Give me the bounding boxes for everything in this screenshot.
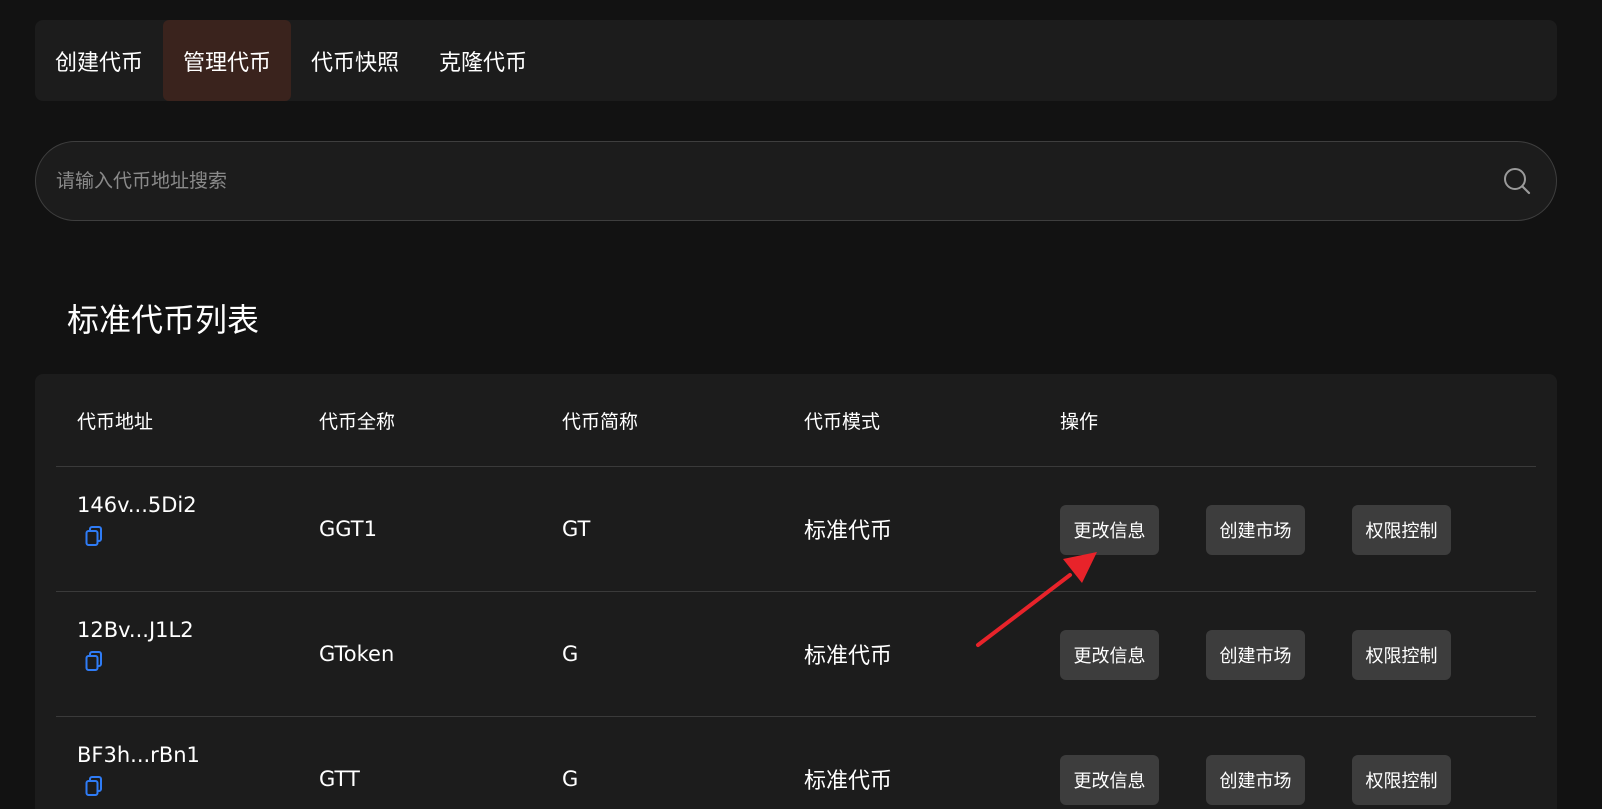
header-address: 代币地址	[77, 411, 154, 433]
create-market-button[interactable]: 创建市场	[1206, 755, 1305, 805]
edit-info-button[interactable]: 更改信息	[1060, 505, 1159, 555]
search-icon[interactable]	[1502, 166, 1532, 196]
permission-control-button[interactable]: 权限控制	[1352, 755, 1451, 805]
token-mode: 标准代币	[804, 519, 893, 544]
header-mode: 代币模式	[804, 411, 881, 433]
tab-create-token[interactable]: 创建代币	[35, 20, 163, 101]
token-symbol: GT	[562, 517, 591, 541]
token-mode: 标准代币	[804, 769, 893, 794]
token-symbol: G	[562, 642, 579, 666]
tab-manage-token[interactable]: 管理代币	[163, 20, 292, 101]
token-table: 代币地址 代币全称 代币简称 代币模式 操作 146v...5Di2 GGT1 …	[35, 374, 1557, 809]
tab-token-snapshot[interactable]: 代币快照	[291, 20, 419, 101]
create-market-button[interactable]: 创建市场	[1206, 505, 1305, 555]
token-mode: 标准代币	[804, 644, 893, 669]
permission-control-button[interactable]: 权限控制	[1352, 505, 1451, 555]
token-address: 12Bv...J1L2	[77, 618, 194, 642]
token-name: GTT	[319, 767, 360, 791]
copy-icon[interactable]	[85, 526, 103, 546]
create-market-button[interactable]: 创建市场	[1206, 630, 1305, 680]
tab-bar: 创建代币 管理代币 代币快照 克隆代币	[35, 20, 1557, 101]
edit-info-button[interactable]: 更改信息	[1060, 755, 1159, 805]
copy-icon[interactable]	[85, 651, 103, 671]
header-actions: 操作	[1060, 411, 1099, 433]
permission-control-button[interactable]: 权限控制	[1352, 630, 1451, 680]
page-title: 标准代币列表	[67, 301, 260, 339]
search-input[interactable]	[36, 141, 1502, 221]
manage-token-page: 创建代币 管理代币 代币快照 克隆代币 标准代币列表 代币地址 代币全称 代币简…	[0, 0, 1602, 809]
copy-icon[interactable]	[85, 776, 103, 796]
token-symbol: G	[562, 767, 579, 791]
header-symbol: 代币简称	[562, 411, 639, 433]
table-row: BF3h...rBn1 GTT G 标准代币 更改信息 创建市场 权限控制	[56, 717, 1536, 809]
token-name: GToken	[319, 642, 395, 666]
token-address: BF3h...rBn1	[77, 743, 200, 767]
edit-info-button[interactable]: 更改信息	[1060, 630, 1159, 680]
token-address: 146v...5Di2	[77, 493, 197, 517]
search-bar	[35, 141, 1557, 221]
token-name: GGT1	[319, 517, 377, 541]
table-row: 12Bv...J1L2 GToken G 标准代币 更改信息 创建市场 权限控制	[56, 592, 1536, 717]
table-row: 146v...5Di2 GGT1 GT 标准代币 更改信息 创建市场 权限控制	[56, 467, 1536, 592]
table-header: 代币地址 代币全称 代币简称 代币模式 操作	[56, 374, 1536, 467]
header-name: 代币全称	[319, 411, 396, 433]
tab-clone-token[interactable]: 克隆代币	[419, 20, 547, 101]
